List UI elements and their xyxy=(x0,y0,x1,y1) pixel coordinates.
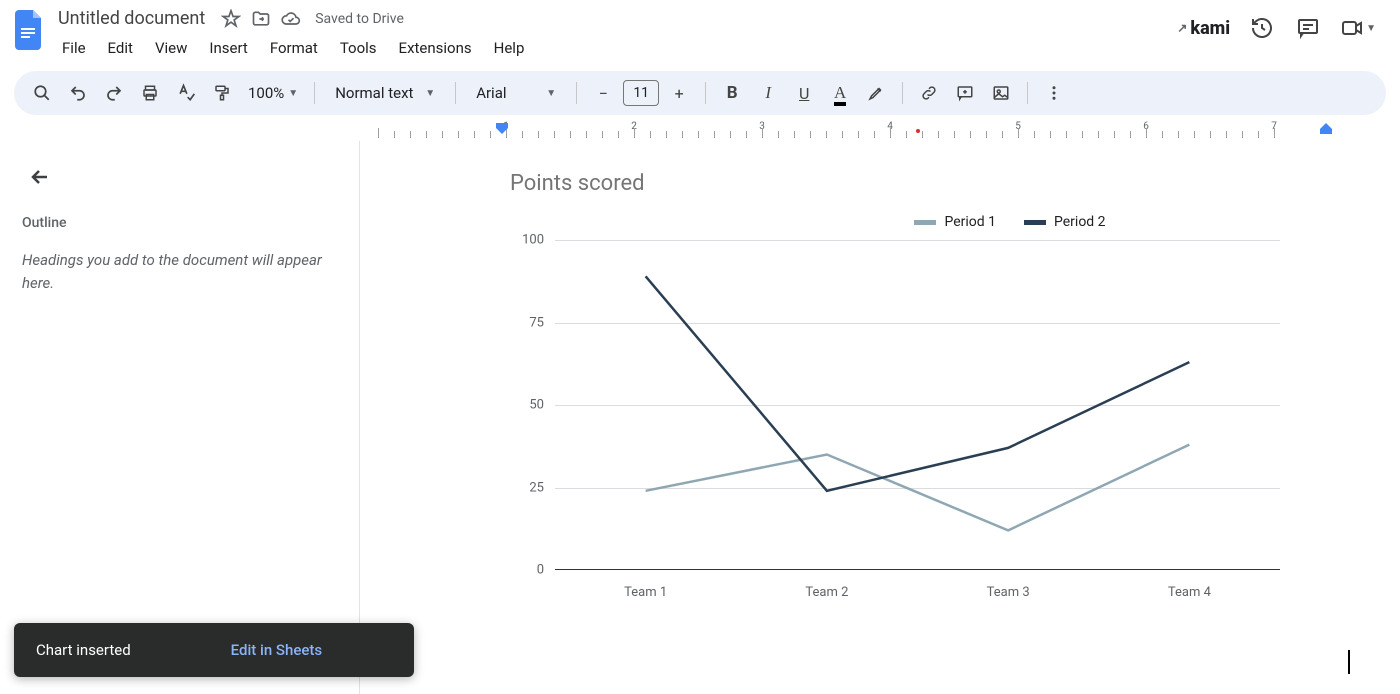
legend-swatch xyxy=(1024,220,1046,225)
insert-image-icon[interactable] xyxy=(985,77,1017,109)
font-value: Arial xyxy=(476,84,506,102)
zoom-select[interactable]: 100% ▼ xyxy=(242,84,304,102)
caret-down-icon: ▼ xyxy=(288,88,298,99)
inserted-chart[interactable]: Points scored Period 1 Period 2 02550751… xyxy=(510,171,1310,600)
document-page[interactable]: Points scored Period 1 Period 2 02550751… xyxy=(360,141,1400,694)
spellcheck-icon[interactable] xyxy=(170,77,202,109)
separator xyxy=(576,82,577,104)
caret-down-icon: ▼ xyxy=(1366,23,1376,34)
toast-notification: Chart inserted Edit in Sheets xyxy=(14,623,414,677)
bold-icon[interactable]: B xyxy=(716,77,748,109)
legend-item: Period 1 xyxy=(914,214,996,230)
outline-header: Outline xyxy=(22,215,337,231)
kami-label: kami xyxy=(1190,18,1230,39)
separator xyxy=(1027,82,1028,104)
text-cursor xyxy=(1348,650,1350,674)
menu-tools[interactable]: Tools xyxy=(330,33,387,63)
print-icon[interactable] xyxy=(134,77,166,109)
text-color-icon[interactable]: A xyxy=(824,77,856,109)
font-size-input[interactable]: 11 xyxy=(623,80,659,106)
save-status[interactable]: Saved to Drive xyxy=(315,11,404,27)
history-icon[interactable] xyxy=(1248,14,1276,42)
chart-lines xyxy=(555,240,1280,570)
paint-format-icon[interactable] xyxy=(206,77,238,109)
font-size-control: − 11 + xyxy=(587,77,695,109)
toolbar: 100% ▼ Normal text▼ Arial▼ − 11 + B I U … xyxy=(14,71,1386,115)
font-select[interactable]: Arial ▼ xyxy=(466,84,566,102)
search-icon[interactable] xyxy=(26,77,58,109)
title-area: Untitled document Saved to Drive File Ed… xyxy=(52,6,1173,63)
increase-font-icon[interactable]: + xyxy=(663,77,695,109)
menu-format[interactable]: Format xyxy=(260,33,328,63)
undo-icon[interactable] xyxy=(62,77,94,109)
x-axis-labels: Team 1Team 2Team 3Team 4 xyxy=(555,585,1280,600)
zoom-value: 100% xyxy=(248,84,284,102)
close-outline-icon[interactable] xyxy=(22,159,58,195)
decrease-font-icon[interactable]: − xyxy=(587,77,619,109)
outline-empty-hint: Headings you add to the document will ap… xyxy=(22,249,337,294)
legend-item: Period 2 xyxy=(1024,214,1106,230)
separator xyxy=(902,82,903,104)
legend-label: Period 2 xyxy=(1054,214,1106,230)
menu-help[interactable]: Help xyxy=(484,33,535,63)
document-title[interactable]: Untitled document xyxy=(52,6,211,31)
y-axis: 0255075100 xyxy=(520,240,550,570)
outline-sidebar: Outline Headings you add to the document… xyxy=(0,141,360,694)
chart-title: Points scored xyxy=(510,171,1310,196)
italic-icon[interactable]: I xyxy=(752,77,784,109)
menu-bar: File Edit View Insert Format Tools Exten… xyxy=(52,33,1173,63)
header: Untitled document Saved to Drive File Ed… xyxy=(0,0,1400,63)
cloud-saved-icon[interactable] xyxy=(281,9,301,29)
toast-message: Chart inserted xyxy=(36,641,131,659)
add-comment-icon[interactable] xyxy=(949,77,981,109)
comments-icon[interactable] xyxy=(1294,14,1322,42)
star-icon[interactable] xyxy=(221,9,241,29)
underline-icon[interactable]: U xyxy=(788,77,820,109)
highlight-icon[interactable] xyxy=(860,77,892,109)
more-icon[interactable] xyxy=(1038,77,1070,109)
horizontal-ruler[interactable]: 1234567 xyxy=(378,123,1400,141)
menu-extensions[interactable]: Extensions xyxy=(389,33,482,63)
header-right: ↗kami ▼ xyxy=(1177,14,1388,42)
menu-view[interactable]: View xyxy=(145,33,197,63)
insert-link-icon[interactable] xyxy=(913,77,945,109)
style-value: Normal text xyxy=(335,84,413,102)
legend-swatch xyxy=(914,220,936,225)
kami-extension[interactable]: ↗kami xyxy=(1177,18,1230,39)
caret-down-icon: ▼ xyxy=(425,88,435,99)
paragraph-style-select[interactable]: Normal text ▼ xyxy=(325,84,445,102)
toast-action-link[interactable]: Edit in Sheets xyxy=(231,641,322,659)
separator xyxy=(705,82,706,104)
menu-file[interactable]: File xyxy=(52,33,96,63)
redo-icon[interactable] xyxy=(98,77,130,109)
menu-insert[interactable]: Insert xyxy=(199,33,257,63)
docs-logo-icon[interactable] xyxy=(12,6,48,54)
caret-down-icon: ▼ xyxy=(546,88,556,99)
meet-button[interactable]: ▼ xyxy=(1340,16,1376,40)
separator xyxy=(455,82,456,104)
separator xyxy=(314,82,315,104)
chart-legend: Period 1 Period 2 xyxy=(510,214,1310,230)
menu-edit[interactable]: Edit xyxy=(98,33,143,63)
move-to-folder-icon[interactable] xyxy=(251,9,271,29)
chart-plot: 0255075100 Team 1Team 2Team 3Team 4 xyxy=(520,240,1280,600)
legend-label: Period 1 xyxy=(944,214,996,230)
